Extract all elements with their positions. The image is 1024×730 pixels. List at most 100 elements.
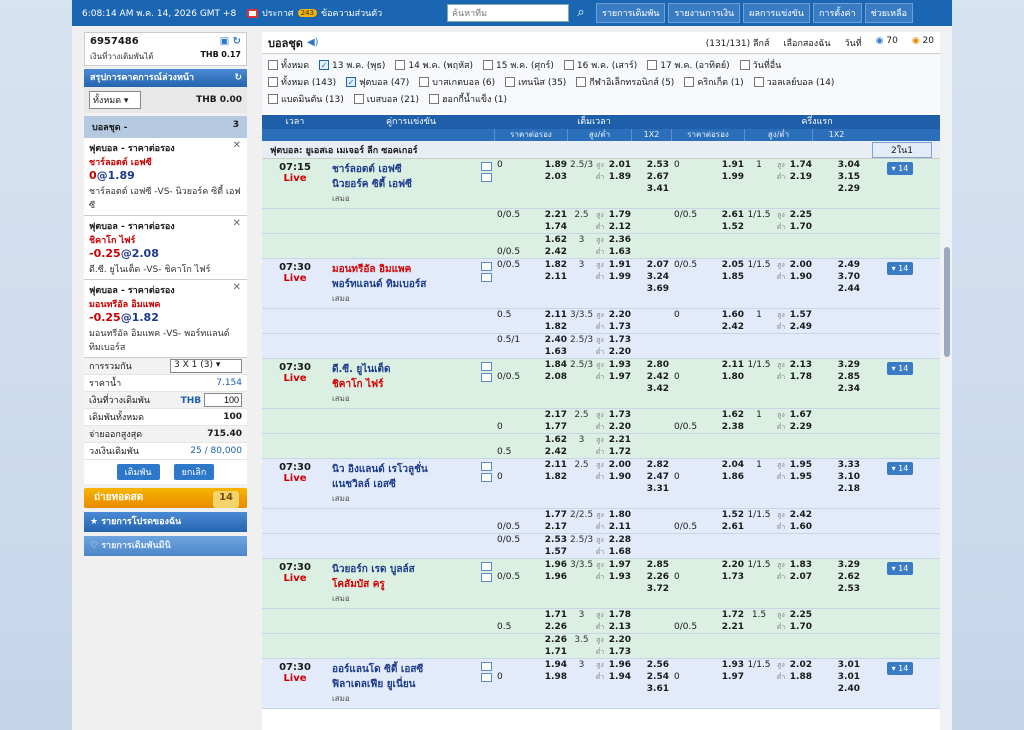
odds-cell[interactable]: 1.63: [540, 346, 567, 358]
filter-checkbox[interactable]: ✓ 13 พ.ค. (พุธ): [319, 58, 385, 72]
checkbox-icon[interactable]: [753, 77, 764, 87]
filter-checkbox[interactable]: 14 พ.ค. (พฤหัส): [395, 58, 473, 72]
place-bet-button[interactable]: เดิมพัน: [116, 464, 160, 480]
checkbox-icon[interactable]: [268, 77, 278, 87]
odds-cell[interactable]: 1.93: [717, 659, 744, 671]
odds-cell[interactable]: 1.84: [540, 359, 567, 371]
odds-cell[interactable]: 2.00: [607, 459, 631, 471]
odds-cell[interactable]: 1.90: [788, 271, 812, 283]
odds-cell[interactable]: 2.85: [631, 559, 671, 571]
odds-cell[interactable]: 3.31: [631, 483, 671, 495]
odds-cell[interactable]: 2.42: [540, 446, 567, 458]
odds-cell[interactable]: 1.99: [607, 271, 631, 283]
odds-cell[interactable]: 2.53: [540, 534, 567, 546]
checkbox-icon[interactable]: [429, 94, 440, 104]
odds-cell[interactable]: 3.42: [631, 383, 671, 395]
odds-cell[interactable]: 3.72: [631, 583, 671, 595]
notice-area[interactable]: ประกาศ 243 ข้อความส่วนตัว: [247, 6, 447, 20]
odds-cell[interactable]: 1.93: [607, 359, 631, 371]
odds-cell[interactable]: 1.79: [607, 209, 631, 221]
odds-cell[interactable]: 3.24: [631, 271, 671, 283]
odds-cell[interactable]: 1.86: [717, 471, 744, 483]
odds-cell[interactable]: 2.20: [607, 309, 631, 321]
odds-cell[interactable]: 1.57: [788, 309, 812, 321]
odds-cell[interactable]: 2.49: [788, 321, 812, 333]
odds-cell[interactable]: 2.19: [788, 171, 812, 183]
tv-icon[interactable]: [481, 273, 492, 282]
odds-cell[interactable]: 2.82: [631, 459, 671, 471]
more-markets-button[interactable]: ▾ 14: [886, 562, 914, 575]
odds-cell[interactable]: 2.01: [607, 159, 631, 171]
odds-cell[interactable]: 3.04: [812, 159, 860, 171]
odds-cell[interactable]: 2.21: [717, 621, 744, 633]
odds-cell[interactable]: 2.13: [788, 359, 812, 371]
odds-cell[interactable]: 2.13: [607, 621, 631, 633]
odds-cell[interactable]: 2.26: [540, 621, 567, 633]
odds-cell[interactable]: 2.28: [607, 534, 631, 546]
forecast-select[interactable]: ทั้งหมด ▾: [89, 91, 141, 109]
odds-cell[interactable]: 2.17: [540, 409, 567, 421]
odds-cell[interactable]: 2.42: [631, 371, 671, 383]
filter-checkbox[interactable]: 15 พ.ค. (ศุกร์): [483, 58, 554, 72]
announcement-icon[interactable]: [247, 8, 258, 18]
odds-cell[interactable]: 1.72: [607, 446, 631, 458]
odds-cell[interactable]: 2.00: [788, 259, 812, 271]
odds-cell[interactable]: 1.70: [788, 221, 812, 233]
odds-cell[interactable]: 2.11: [717, 359, 744, 371]
odds-cell[interactable]: 2.20: [607, 346, 631, 358]
notice-label[interactable]: ประกาศ: [262, 6, 294, 20]
odds-cell[interactable]: 2.44: [812, 283, 860, 295]
filter-checkbox[interactable]: วันที่อื่น: [739, 58, 781, 72]
odds-cell[interactable]: 2.61: [717, 521, 744, 533]
stats-icon[interactable]: [481, 162, 492, 171]
odds-cell[interactable]: 1.99: [717, 171, 744, 183]
odds-cell[interactable]: 1.73: [607, 409, 631, 421]
odds-cell[interactable]: 3.61: [631, 683, 671, 695]
more-markets-button[interactable]: ▾ 14: [886, 362, 914, 375]
odds-cell[interactable]: 1.71: [540, 609, 567, 621]
checkbox-icon[interactable]: [395, 60, 406, 70]
odds-cell[interactable]: 2.07: [631, 259, 671, 271]
odds-cell[interactable]: 1.82: [540, 259, 567, 271]
close-icon[interactable]: ✕: [233, 218, 241, 229]
odds-cell[interactable]: 2.49: [812, 259, 860, 271]
odds-cell[interactable]: 1.62: [540, 434, 567, 446]
odds-cell[interactable]: 2.07: [788, 571, 812, 583]
filter-checkbox[interactable]: ทั้งหมด: [268, 58, 309, 72]
filter-checkbox[interactable]: 16 พ.ค. (เสาร์): [563, 58, 637, 72]
checkbox-icon[interactable]: [505, 77, 516, 87]
nav-results[interactable]: ผลการแข่งขัน: [743, 3, 810, 23]
speaker-icon[interactable]: ◀): [307, 37, 319, 48]
day-label[interactable]: วันที่: [844, 36, 861, 50]
tv-icon[interactable]: [481, 573, 492, 582]
odds-cell[interactable]: 1.62: [717, 409, 744, 421]
filter-checkbox[interactable]: กีฬาอิเล็กทรอนิกส์ (5): [576, 75, 674, 89]
checkbox-icon[interactable]: [563, 60, 574, 70]
odds-cell[interactable]: 1.94: [607, 671, 631, 683]
checkbox-icon[interactable]: [739, 60, 750, 70]
close-icon[interactable]: ✕: [233, 282, 241, 293]
checkbox-icon[interactable]: [684, 77, 695, 87]
more-markets-button[interactable]: ▾ 14: [886, 262, 914, 275]
odds-cell[interactable]: 2.42: [788, 509, 812, 521]
nav-bets[interactable]: รายการเดิมพัน: [596, 3, 666, 23]
odds-cell[interactable]: 1.67: [788, 409, 812, 421]
messages-link[interactable]: ข้อความส่วนตัว: [321, 6, 382, 20]
odds-cell[interactable]: 1.94: [540, 659, 567, 671]
odds-cell[interactable]: 1.73: [717, 571, 744, 583]
odds-cell[interactable]: 1.78: [788, 371, 812, 383]
scrollbar[interactable]: [942, 32, 952, 730]
two-in-one-button[interactable]: 2ใน1: [872, 141, 932, 158]
odds-cell[interactable]: 2.47: [631, 471, 671, 483]
odds-cell[interactable]: 1.68: [607, 546, 631, 558]
odds-cell[interactable]: 1.83: [788, 559, 812, 571]
odds-cell[interactable]: 2.61: [717, 209, 744, 221]
favorites-item[interactable]: ★ รายการโปรดของฉัน: [84, 512, 247, 532]
live-stream-button[interactable]: ถ่ายทอดสด 14: [84, 488, 247, 508]
cancel-button[interactable]: ยกเลิก: [173, 464, 215, 480]
stats-icon[interactable]: [481, 262, 492, 271]
filter-checkbox[interactable]: ฮอกกี้น้ำแข็ง (1): [429, 92, 507, 106]
odds-cell[interactable]: 1.98: [540, 671, 567, 683]
odds-cell[interactable]: 1.60: [717, 309, 744, 321]
odds-cell[interactable]: 3.15: [812, 171, 860, 183]
